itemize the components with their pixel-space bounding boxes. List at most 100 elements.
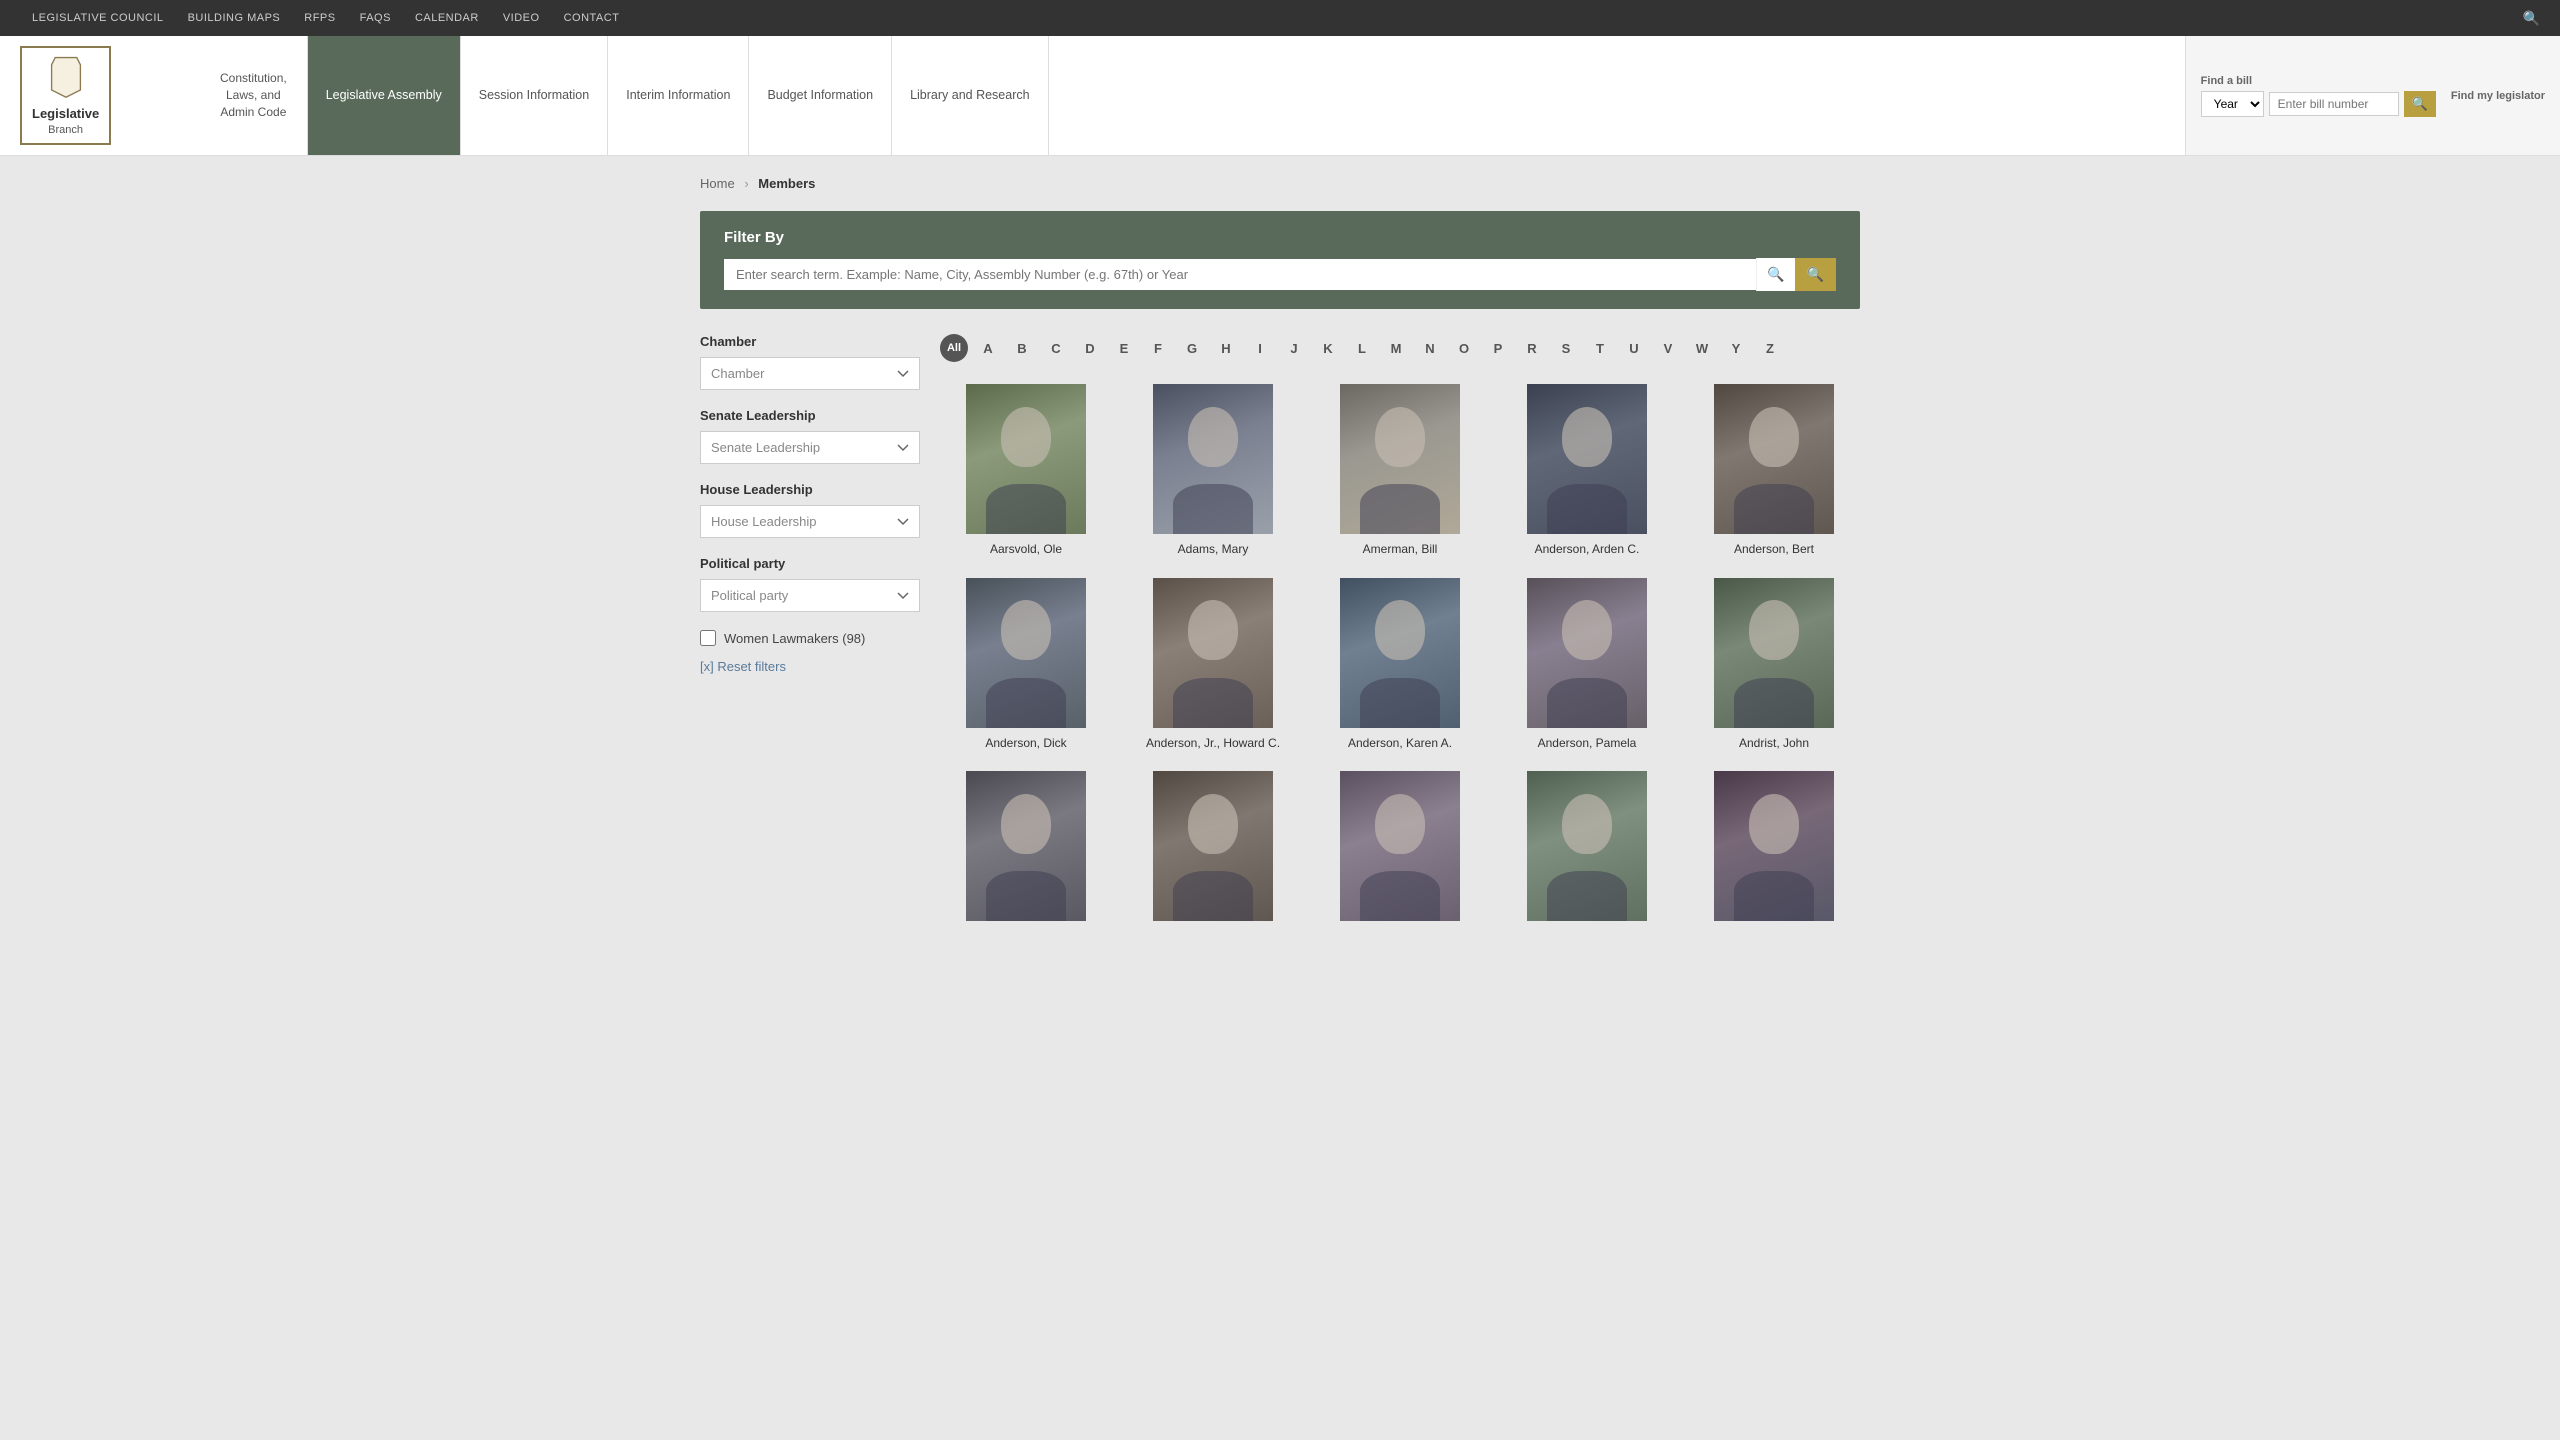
alpha-n[interactable]: N — [1416, 334, 1444, 362]
member-card[interactable]: Amerman, Bill — [1314, 384, 1486, 558]
tab-interim-info[interactable]: Interim Information — [608, 36, 749, 155]
political-party-filter-section: Political party Political party — [700, 556, 920, 612]
member-card[interactable]: Anderson, Jr., Howard C. — [1127, 578, 1299, 752]
alpha-b[interactable]: B — [1008, 334, 1036, 362]
year-select[interactable]: Year — [2201, 91, 2264, 117]
member-card[interactable]: Anderson, Dick — [940, 578, 1112, 752]
alpha-w[interactable]: W — [1688, 334, 1716, 362]
bill-number-input[interactable] — [2269, 92, 2399, 116]
alpha-v[interactable]: V — [1654, 334, 1682, 362]
alpha-a[interactable]: A — [974, 334, 1002, 362]
topnav-calendar[interactable]: Calendar — [403, 12, 491, 24]
alpha-d[interactable]: D — [1076, 334, 1104, 362]
face-silhouette — [1188, 794, 1238, 854]
body-silhouette — [1360, 484, 1440, 534]
tab-budget-info[interactable]: Budget Information — [749, 36, 892, 155]
breadcrumb-separator: › — [744, 176, 748, 191]
alpha-f[interactable]: F — [1144, 334, 1172, 362]
senate-leadership-select[interactable]: Senate Leadership — [700, 431, 920, 464]
search-inner-icon: 🔍 — [1756, 258, 1794, 291]
member-card[interactable]: Anderson, Arden C. — [1501, 384, 1673, 558]
body-silhouette — [1547, 484, 1627, 534]
alpha-l[interactable]: L — [1348, 334, 1376, 362]
search-icon[interactable]: 🔍 — [2523, 10, 2540, 27]
member-card[interactable]: Andrist, John — [1688, 578, 1860, 752]
alpha-m[interactable]: M — [1382, 334, 1410, 362]
member-name: Anderson, Pamela — [1538, 736, 1637, 752]
topnav-rfps[interactable]: RFPs — [292, 12, 347, 24]
member-photo — [966, 771, 1086, 921]
topnav-building-maps[interactable]: Building Maps — [176, 12, 293, 24]
member-card[interactable]: Anderson, Bert — [1688, 384, 1860, 558]
tab-library-research[interactable]: Library and Research — [892, 36, 1049, 155]
member-name: Anderson, Karen A. — [1348, 736, 1452, 752]
member-photo — [966, 578, 1086, 728]
alpha-h[interactable]: H — [1212, 334, 1240, 362]
topnav-video[interactable]: Video — [491, 12, 552, 24]
tab-session-info[interactable]: Session Information — [461, 36, 608, 155]
body-silhouette — [1360, 871, 1440, 921]
member-name: Anderson, Bert — [1734, 542, 1814, 558]
alpha-y[interactable]: Y — [1722, 334, 1750, 362]
alpha-u[interactable]: U — [1620, 334, 1648, 362]
alpha-g[interactable]: G — [1178, 334, 1206, 362]
alpha-s[interactable]: S — [1552, 334, 1580, 362]
alpha-r[interactable]: R — [1518, 334, 1546, 362]
member-card[interactable] — [1127, 771, 1299, 929]
member-card[interactable] — [1688, 771, 1860, 929]
alpha-z[interactable]: Z — [1756, 334, 1784, 362]
members-grid: Aarsvold, Ole Adams, Mary Amerman, Bill And… — [940, 384, 1860, 929]
face-silhouette — [1188, 600, 1238, 660]
member-photo — [1714, 578, 1834, 728]
body-silhouette — [1734, 484, 1814, 534]
breadcrumb-home[interactable]: Home — [700, 176, 735, 191]
member-photo — [1153, 384, 1273, 534]
member-card[interactable] — [1501, 771, 1673, 929]
member-card[interactable]: Adams, Mary — [1127, 384, 1299, 558]
chamber-select[interactable]: Chamber — [700, 357, 920, 390]
topnav-legislative-council[interactable]: Legislative Council — [20, 12, 176, 24]
topnav-contact[interactable]: Contact — [552, 12, 632, 24]
filter-bar-label: Filter By — [724, 229, 1836, 246]
tab-legislative-assembly[interactable]: Legislative Assembly — [308, 36, 461, 155]
top-navigation: Legislative Council Building Maps RFPs F… — [0, 0, 2560, 36]
topnav-faqs[interactable]: FAQs — [348, 12, 403, 24]
alpha-p[interactable]: P — [1484, 334, 1512, 362]
member-card[interactable] — [940, 771, 1112, 929]
alpha-k[interactable]: K — [1314, 334, 1342, 362]
member-name: Amerman, Bill — [1363, 542, 1438, 558]
filter-search-button[interactable]: 🔍 — [1795, 258, 1836, 291]
member-name: Adams, Mary — [1178, 542, 1249, 558]
alpha-c[interactable]: C — [1042, 334, 1070, 362]
find-bill-group: Find a bill Year 🔍 — [2201, 75, 2436, 117]
member-card[interactable] — [1314, 771, 1486, 929]
body-silhouette — [1173, 678, 1253, 728]
alpha-all-button[interactable]: All — [940, 334, 968, 362]
women-lawmakers-checkbox[interactable] — [700, 630, 716, 646]
face-silhouette — [1749, 794, 1799, 854]
bill-finder: Find a bill Year 🔍 Find my legislator — [2185, 36, 2560, 155]
reset-filters-link[interactable]: [x] Reset filters — [700, 659, 786, 674]
political-party-select[interactable]: Political party — [700, 579, 920, 612]
logo-box[interactable]: Legislative Branch — [20, 46, 111, 145]
alpha-i[interactable]: I — [1246, 334, 1274, 362]
alpha-t[interactable]: T — [1586, 334, 1614, 362]
face-silhouette — [1375, 407, 1425, 467]
find-bill-button[interactable]: 🔍 — [2404, 91, 2436, 117]
house-leadership-select[interactable]: House Leadership — [700, 505, 920, 538]
alpha-o[interactable]: O — [1450, 334, 1478, 362]
alpha-e[interactable]: E — [1110, 334, 1138, 362]
house-leadership-label: House Leadership — [700, 482, 920, 497]
member-photo — [1527, 384, 1647, 534]
face-silhouette — [1562, 794, 1612, 854]
constitution-nav[interactable]: Constitution, Laws, and Admin Code — [200, 36, 308, 155]
member-card[interactable]: Anderson, Pamela — [1501, 578, 1673, 752]
filter-search-input[interactable] — [724, 259, 1756, 290]
chamber-filter-section: Chamber Chamber — [700, 334, 920, 390]
face-silhouette — [1375, 600, 1425, 660]
member-photo — [966, 384, 1086, 534]
member-card[interactable]: Anderson, Karen A. — [1314, 578, 1486, 752]
page-wrapper: Home › Members Filter By 🔍 🔍 Chamber Cha… — [680, 156, 1880, 949]
alpha-j[interactable]: J — [1280, 334, 1308, 362]
member-card[interactable]: Aarsvold, Ole — [940, 384, 1112, 558]
